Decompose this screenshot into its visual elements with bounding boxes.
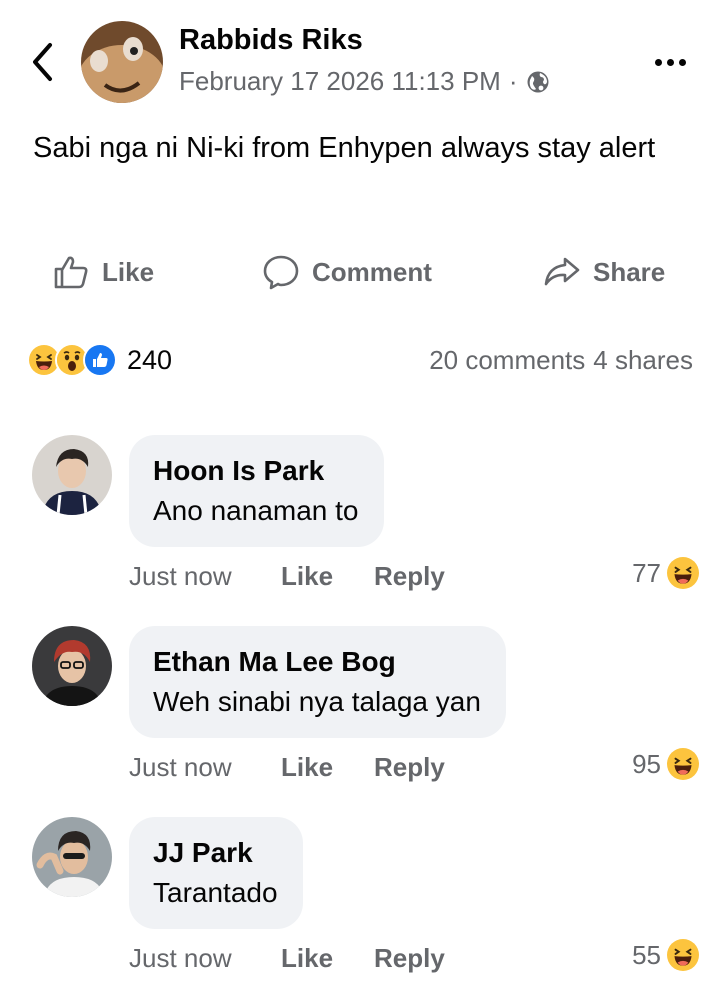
chevron-left-icon xyxy=(33,43,52,81)
share-arrow-icon xyxy=(544,257,580,286)
comment-bubble-icon xyxy=(263,255,299,290)
share-button[interactable]: Share xyxy=(543,245,665,299)
more-dot-icon xyxy=(678,58,686,66)
comment-reply-button[interactable]: Reply xyxy=(374,943,445,974)
comment-reaction-count: 95 xyxy=(632,748,661,779)
post-stats: 240 20 comments 4 shares xyxy=(0,335,720,385)
engagement-counts: 20 comments 4 shares xyxy=(429,345,693,376)
comment-button[interactable]: Comment xyxy=(262,245,432,299)
commenter-name[interactable]: Ethan Ma Lee Bog xyxy=(153,644,481,680)
commenter-avatar[interactable] xyxy=(32,626,112,706)
comment-footer: Just now Like Reply 77 xyxy=(129,557,699,595)
post-text: Sabi nga ni Ni-ki from Enhypen always st… xyxy=(33,132,656,164)
globe-icon xyxy=(527,71,548,92)
haha-reaction-icon xyxy=(667,557,699,589)
comment-footer: Just now Like Reply 55 xyxy=(129,939,699,977)
comment-text: Weh sinabi nya talaga yan xyxy=(153,686,481,717)
post-meta: February 17 2026 11:13 PM · xyxy=(179,66,550,97)
comment-time: Just now xyxy=(129,752,232,782)
comment-like-button[interactable]: Like xyxy=(281,752,333,783)
back-button[interactable] xyxy=(22,38,62,86)
more-options-button[interactable] xyxy=(642,42,698,82)
author-avatar[interactable] xyxy=(81,21,163,103)
comment-like-button[interactable]: Like xyxy=(281,561,333,592)
comment-bubble[interactable]: Ethan Ma Lee Bog Weh sinabi nya talaga y… xyxy=(129,626,506,738)
meta-separator: · xyxy=(508,66,518,96)
like-label: Like xyxy=(102,256,155,287)
commenter-avatar[interactable] xyxy=(32,817,112,897)
reaction-summary[interactable]: 240 xyxy=(27,342,172,378)
comment-reaction-count: 77 xyxy=(632,557,661,588)
commenter-name[interactable]: Hoon Is Park xyxy=(153,453,359,489)
comment-text: Tarantado xyxy=(153,877,278,908)
comment-reaction-count: 55 xyxy=(632,939,661,970)
share-label: Share xyxy=(593,256,666,287)
comment-reply-button[interactable]: Reply xyxy=(374,752,445,783)
reaction-count: 240 xyxy=(127,344,173,375)
haha-reaction-icon xyxy=(667,939,699,971)
shares-count-link[interactable]: 4 shares xyxy=(593,345,693,376)
commenter-name[interactable]: JJ Park xyxy=(153,835,278,871)
haha-reaction-icon xyxy=(667,748,699,780)
comment-reaction-summary[interactable]: 77 xyxy=(632,557,699,589)
comment-footer: Just now Like Reply 95 xyxy=(129,748,699,786)
comment-label: Comment xyxy=(312,256,432,287)
post-header: Rabbids Riks February 17 2026 11:13 PM · xyxy=(0,0,720,110)
post-action-bar: Like Comment Share xyxy=(0,245,720,299)
more-dot-icon xyxy=(666,58,674,66)
more-dot-icon xyxy=(654,58,662,66)
like-button[interactable]: Like xyxy=(52,245,154,299)
comment-bubble[interactable]: JJ Park Tarantado xyxy=(129,817,303,929)
comments-count-link[interactable]: 20 comments xyxy=(429,345,585,376)
comment-bubble[interactable]: Hoon Is Park Ano nanaman to xyxy=(129,435,384,547)
thumbs-up-icon xyxy=(54,256,88,289)
post-timestamp[interactable]: February 17 2026 11:13 PM xyxy=(179,66,501,97)
comment-reply-button[interactable]: Reply xyxy=(374,561,445,592)
commenter-avatar[interactable] xyxy=(32,435,112,515)
comment-time: Just now xyxy=(129,943,232,973)
comment-reaction-summary[interactable]: 55 xyxy=(632,939,699,971)
comment-time: Just now xyxy=(129,561,232,591)
post-author-name[interactable]: Rabbids Riks xyxy=(179,24,363,57)
comment-text: Ano nanaman to xyxy=(153,495,359,526)
like-reaction-icon xyxy=(83,343,117,377)
comment-like-button[interactable]: Like xyxy=(281,943,333,974)
comment-reaction-summary[interactable]: 95 xyxy=(632,748,699,780)
